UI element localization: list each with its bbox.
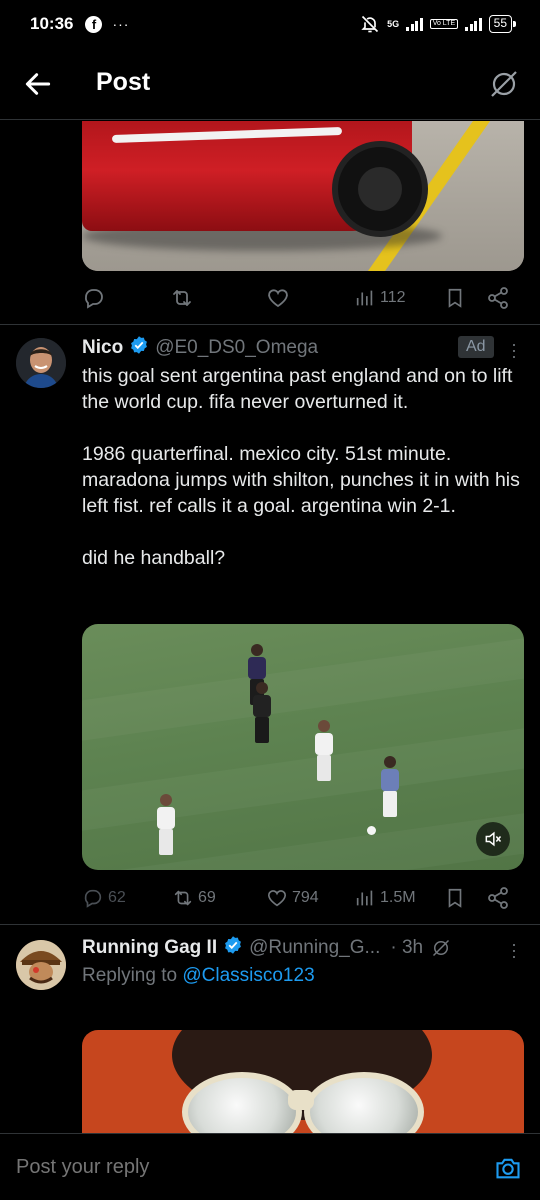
video-player-figure	[314, 720, 334, 782]
author-name[interactable]: Running Gag II	[82, 937, 217, 959]
video-player-figure	[252, 682, 272, 744]
views-stat[interactable]: 1.5M	[354, 887, 416, 909]
like-count: 794	[292, 889, 319, 906]
football	[367, 826, 376, 835]
page-title: Post	[96, 68, 151, 96]
reply-stat[interactable]: 62	[82, 887, 126, 909]
reply-image[interactable]	[82, 1030, 524, 1140]
views-count: 112	[380, 289, 406, 306]
facebook-icon: f	[85, 15, 103, 33]
repost-icon[interactable]	[170, 286, 194, 310]
replying-to: Replying to @Classisco123	[82, 965, 315, 987]
volte-badge: Vo LTE	[429, 19, 459, 29]
more-options-icon[interactable]: · · ·	[504, 935, 524, 965]
tweet-paragraph: 1986 quarterfinal. mexico city. 51st min…	[82, 443, 520, 517]
ad-author-row: Nico @E0_DS0_Omega	[82, 335, 318, 361]
views-stat[interactable]: 112	[354, 287, 406, 309]
replying-prefix: Replying to	[82, 965, 178, 986]
tweet-video[interactable]	[82, 624, 524, 870]
grok-icon[interactable]	[488, 68, 520, 100]
verified-badge-icon	[223, 935, 243, 961]
network-type: 5G	[387, 18, 400, 29]
tweet-paragraph: did he handball?	[82, 547, 226, 569]
back-arrow-icon[interactable]	[22, 68, 54, 100]
reply-input[interactable]	[16, 1156, 456, 1179]
grok-icon[interactable]	[431, 938, 451, 958]
divider	[0, 324, 540, 325]
bell-off-icon	[360, 14, 380, 34]
avatar[interactable]	[16, 940, 66, 990]
bookmark-icon[interactable]	[444, 887, 466, 909]
battery-icon: 55	[488, 15, 517, 33]
signal-icon-2	[465, 17, 482, 31]
share-icon[interactable]	[486, 286, 510, 310]
reply-author-row: Running Gag II @Running_G... · 3h	[82, 935, 451, 961]
video-player-figure	[156, 794, 176, 856]
previous-post-image[interactable]	[82, 121, 524, 271]
share-icon[interactable]	[486, 886, 510, 910]
post-time: · 3h	[390, 937, 424, 958]
tweet-paragraph: this goal sent argentina past england an…	[82, 365, 513, 413]
video-player-figure	[380, 756, 400, 818]
author-handle[interactable]: @E0_DS0_Omega	[155, 337, 318, 359]
tweet-text: this goal sent argentina past england an…	[82, 363, 522, 597]
ad-badge: Ad	[458, 336, 494, 358]
previous-post-actions: 112	[82, 283, 522, 313]
camera-icon[interactable]	[494, 1154, 522, 1187]
views-count: 1.5M	[380, 889, 416, 906]
status-bar: 10:36 f ··· 5G Vo LTE 55	[0, 0, 540, 48]
signal-icon	[406, 17, 423, 31]
repost-count: 69	[198, 889, 216, 906]
author-name[interactable]: Nico	[82, 337, 123, 359]
like-icon[interactable]	[266, 286, 290, 310]
repost-stat[interactable]: 69	[172, 887, 216, 909]
author-handle[interactable]: @Running_G...	[249, 937, 380, 959]
verified-badge-icon	[129, 335, 149, 361]
like-stat[interactable]: 794	[266, 887, 319, 909]
more-notifications-icon: ···	[112, 16, 130, 32]
status-right: 5G Vo LTE 55	[360, 14, 517, 34]
more-options-icon[interactable]: · · ·	[504, 335, 524, 365]
post-header: Post	[0, 48, 540, 120]
mute-icon[interactable]	[476, 822, 510, 856]
reply-composer	[0, 1133, 540, 1200]
replying-to-mention[interactable]: @Classisco123	[182, 965, 314, 986]
reply-icon[interactable]	[82, 286, 106, 310]
reply-count: 62	[108, 889, 126, 906]
avatar[interactable]	[16, 338, 66, 388]
ad-tweet-actions: 62 69 794 1.5M	[82, 883, 522, 913]
divider	[0, 924, 540, 925]
bookmark-icon[interactable]	[444, 287, 466, 309]
status-time: 10:36	[30, 14, 74, 33]
